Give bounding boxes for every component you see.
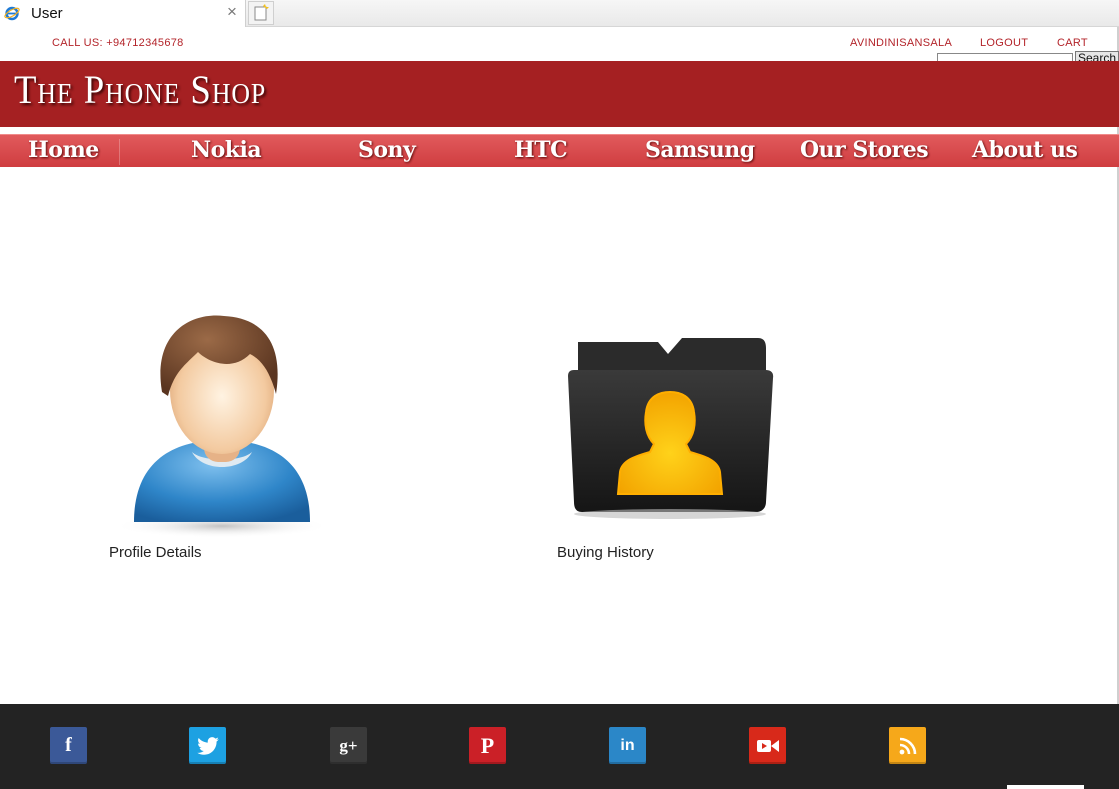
tab-title: User bbox=[31, 5, 63, 22]
footer-strip bbox=[1007, 785, 1084, 789]
twitter-icon[interactable] bbox=[189, 727, 226, 764]
new-tab-icon bbox=[254, 4, 269, 21]
facebook-icon[interactable]: f bbox=[50, 727, 87, 764]
rss-feed-icon bbox=[899, 737, 916, 754]
cart-link[interactable]: CART bbox=[1057, 37, 1088, 49]
nav-our-stores[interactable]: Our Stores bbox=[800, 135, 929, 168]
user-account-link[interactable]: AVINDINISANSALA bbox=[850, 37, 952, 49]
buying-history-label[interactable]: Buying History bbox=[557, 544, 654, 561]
buying-history-folder-icon[interactable] bbox=[562, 332, 778, 520]
linkedin-icon[interactable]: in bbox=[609, 727, 646, 764]
logout-link[interactable]: LOGOUT bbox=[980, 37, 1028, 49]
nav-htc[interactable]: HTC bbox=[514, 135, 568, 168]
nav-home[interactable]: Home bbox=[28, 135, 99, 168]
new-tab-button[interactable] bbox=[248, 1, 274, 25]
close-icon[interactable]: × bbox=[227, 2, 237, 22]
footer: f g+ P in bbox=[0, 704, 1119, 789]
main-nav: Home Nokia Sony HTC Samsung Our Stores A… bbox=[0, 134, 1119, 167]
site-logo[interactable]: The Phone Shop bbox=[14, 66, 266, 113]
profile-user-icon[interactable] bbox=[112, 312, 332, 544]
pinterest-icon[interactable]: P bbox=[469, 727, 506, 764]
browser-tab-strip: User × bbox=[0, 0, 1119, 27]
call-us-text: CALL US: +94712345678 bbox=[52, 37, 184, 49]
google-plus-icon[interactable]: g+ bbox=[330, 727, 367, 764]
twitter-bird-icon bbox=[196, 736, 219, 755]
nav-sony[interactable]: Sony bbox=[358, 135, 416, 168]
nav-divider bbox=[119, 139, 120, 165]
nav-about-us[interactable]: About us bbox=[972, 135, 1078, 168]
profile-details-label[interactable]: Profile Details bbox=[109, 544, 202, 561]
browser-tab[interactable]: User × bbox=[0, 0, 246, 27]
video-icon[interactable] bbox=[749, 727, 786, 764]
internet-explorer-icon bbox=[4, 6, 20, 21]
nav-samsung[interactable]: Samsung bbox=[645, 135, 755, 168]
nav-nokia[interactable]: Nokia bbox=[191, 135, 262, 168]
rss-icon[interactable] bbox=[889, 727, 926, 764]
video-camera-icon bbox=[756, 739, 779, 752]
